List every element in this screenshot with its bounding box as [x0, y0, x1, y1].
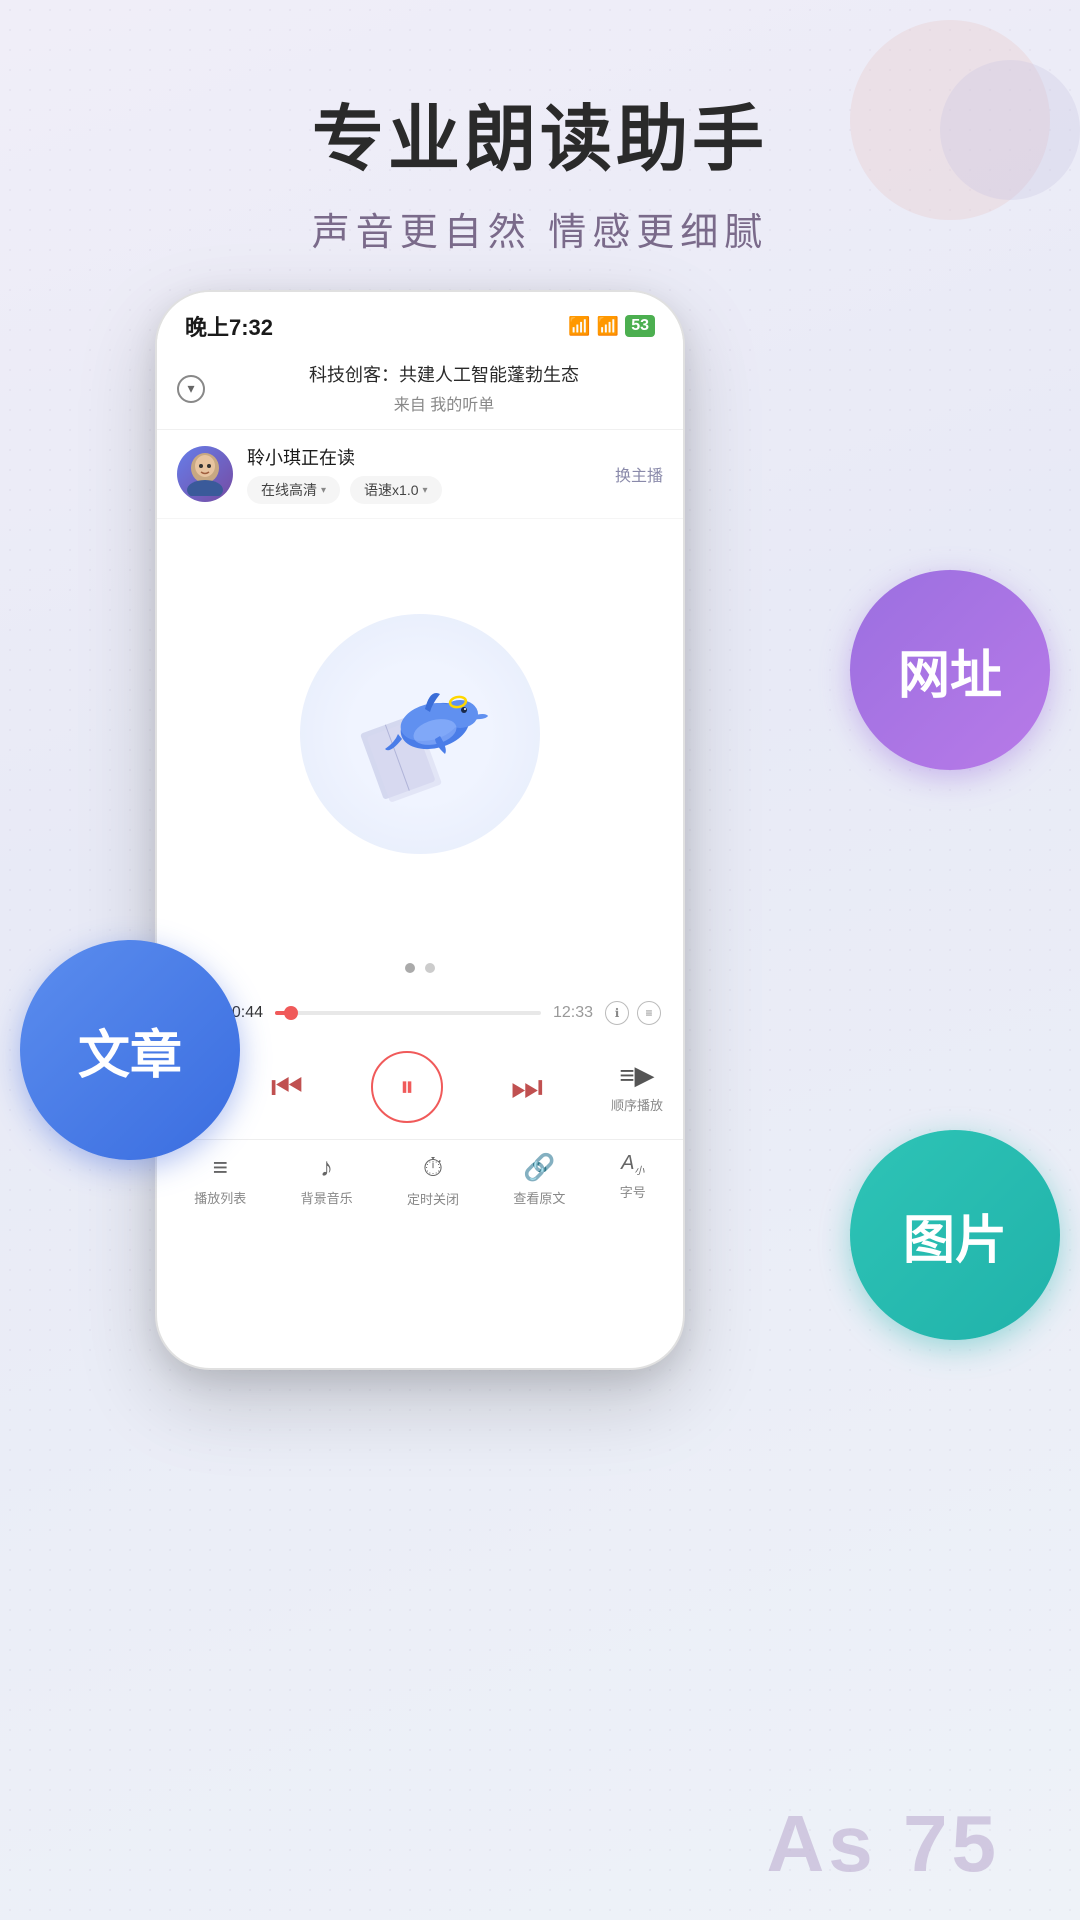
title-line1: 科技创客：共建人工智能蓬勃生态	[225, 362, 663, 389]
phone-frame: 晚上7:32 📶 📶 53 ▾ 科技创客：共建人工智能蓬勃生态 来自 我的听单	[155, 290, 685, 1370]
nav-playlist-label: 播放列表	[194, 1188, 246, 1207]
header-title: 专业朗读助手	[0, 80, 1080, 185]
phone-mockup: 晚上7:32 📶 📶 53 ▾ 科技创客：共建人工智能蓬勃生态 来自 我的听单	[155, 290, 685, 1370]
info-icon[interactable]: ℹ	[605, 1001, 629, 1025]
nav-fontsize[interactable]: A小 字号	[620, 1152, 646, 1208]
chevron-down-icon[interactable]: ▾	[177, 375, 205, 403]
playlist-icon: ≡	[213, 1152, 228, 1183]
nav-timer[interactable]: ⏱ 定时关闭	[407, 1152, 459, 1208]
status-bar: 晚上7:32 📶 📶 53	[157, 292, 683, 352]
pause-icon: ⏸	[400, 1071, 414, 1104]
progress-info-icons: ℹ ≡	[605, 1001, 661, 1025]
content-area	[157, 519, 683, 949]
header-section: 专业朗读助手 声音更自然 情感更细腻	[0, 80, 1080, 256]
options-icon[interactable]: ≡	[637, 1001, 661, 1025]
title-bar-row: ▾ 科技创客：共建人工智能蓬勃生态 来自 我的听单	[177, 362, 663, 415]
nav-music[interactable]: ♪ 背景音乐	[301, 1152, 353, 1208]
badge-tupian[interactable]: 图片	[850, 1130, 1060, 1340]
title-line2: 来自 我的听单	[225, 391, 663, 415]
link-icon: 🔗	[523, 1152, 555, 1183]
bottom-nav: ≡ 播放列表 ♪ 背景音乐 ⏱ 定时关闭 🔗 查看原文 A小 字号	[157, 1139, 683, 1226]
next-button[interactable]: ⏭	[511, 1066, 543, 1109]
pause-button[interactable]: ⏸	[371, 1051, 443, 1123]
sequence-label: 顺序播放	[611, 1095, 663, 1114]
prev-icon: ⏮	[271, 1066, 303, 1109]
fontsize-icon: A小	[621, 1152, 644, 1177]
music-icon: ♪	[320, 1152, 333, 1183]
tupian-label: 图片	[903, 1198, 1007, 1273]
speed-selector[interactable]: 语速x1.0 ▾	[350, 476, 442, 504]
dot-1	[405, 963, 415, 973]
quality-arrow-icon: ▾	[321, 485, 326, 496]
nav-timer-label: 定时关闭	[407, 1189, 459, 1208]
voice-area: 聆小琪正在读 在线高清 ▾ 语速x1.0 ▾ 换主播	[157, 430, 683, 519]
wangzhi-label: 网址	[898, 633, 1002, 708]
battery-icon: 53	[625, 315, 655, 337]
nav-original[interactable]: 🔗 查看原文	[513, 1152, 565, 1208]
signal-icon-wifi: 📶	[597, 316, 619, 337]
dolphin-logo	[340, 654, 500, 814]
header-subtitle: 声音更自然 情感更细腻	[0, 201, 1080, 256]
prev-button[interactable]: ⏮	[271, 1066, 303, 1109]
bottom-area: As 75	[0, 1720, 1080, 1920]
badge-wenzhang[interactable]: 文章	[20, 940, 240, 1160]
switch-host-button[interactable]: 换主播	[615, 462, 663, 486]
sequence-icon: ≡▶	[619, 1060, 654, 1091]
badge-wangzhi[interactable]: 网址	[850, 570, 1050, 770]
progress-track[interactable]	[275, 1011, 541, 1015]
nav-playlist[interactable]: ≡ 播放列表	[194, 1152, 246, 1208]
status-time: 晚上7:32	[185, 310, 273, 342]
nav-fontsize-label: 字号	[620, 1182, 646, 1201]
as75-text: As 75	[767, 1798, 1000, 1890]
wenzhang-label: 文章	[78, 1013, 182, 1088]
pagination-dots	[157, 949, 683, 987]
title-bar: ▾ 科技创客：共建人工智能蓬勃生态 来自 我的听单	[157, 352, 683, 430]
nav-original-label: 查看原文	[513, 1188, 565, 1207]
album-art-circle	[300, 614, 540, 854]
speed-arrow-icon: ▾	[423, 485, 428, 496]
next-icon: ⏭	[511, 1066, 543, 1109]
voice-controls: 在线高清 ▾ 语速x1.0 ▾	[247, 476, 615, 504]
progress-total-time: 12:33	[553, 1004, 593, 1022]
timer-icon: ⏱	[423, 1152, 443, 1184]
voice-info: 聆小琪正在读 在线高清 ▾ 语速x1.0 ▾	[247, 444, 615, 504]
sequence-button[interactable]: ≡▶ 顺序播放	[611, 1060, 663, 1114]
progress-thumb	[284, 1006, 298, 1020]
status-icons: 📶 📶 53	[568, 315, 655, 337]
nav-music-label: 背景音乐	[301, 1188, 353, 1207]
voice-name: 聆小琪正在读	[247, 444, 615, 470]
quality-selector[interactable]: 在线高清 ▾	[247, 476, 340, 504]
dot-2	[425, 963, 435, 973]
avatar	[177, 446, 233, 502]
signal-icon-4g: 📶	[568, 316, 590, 337]
